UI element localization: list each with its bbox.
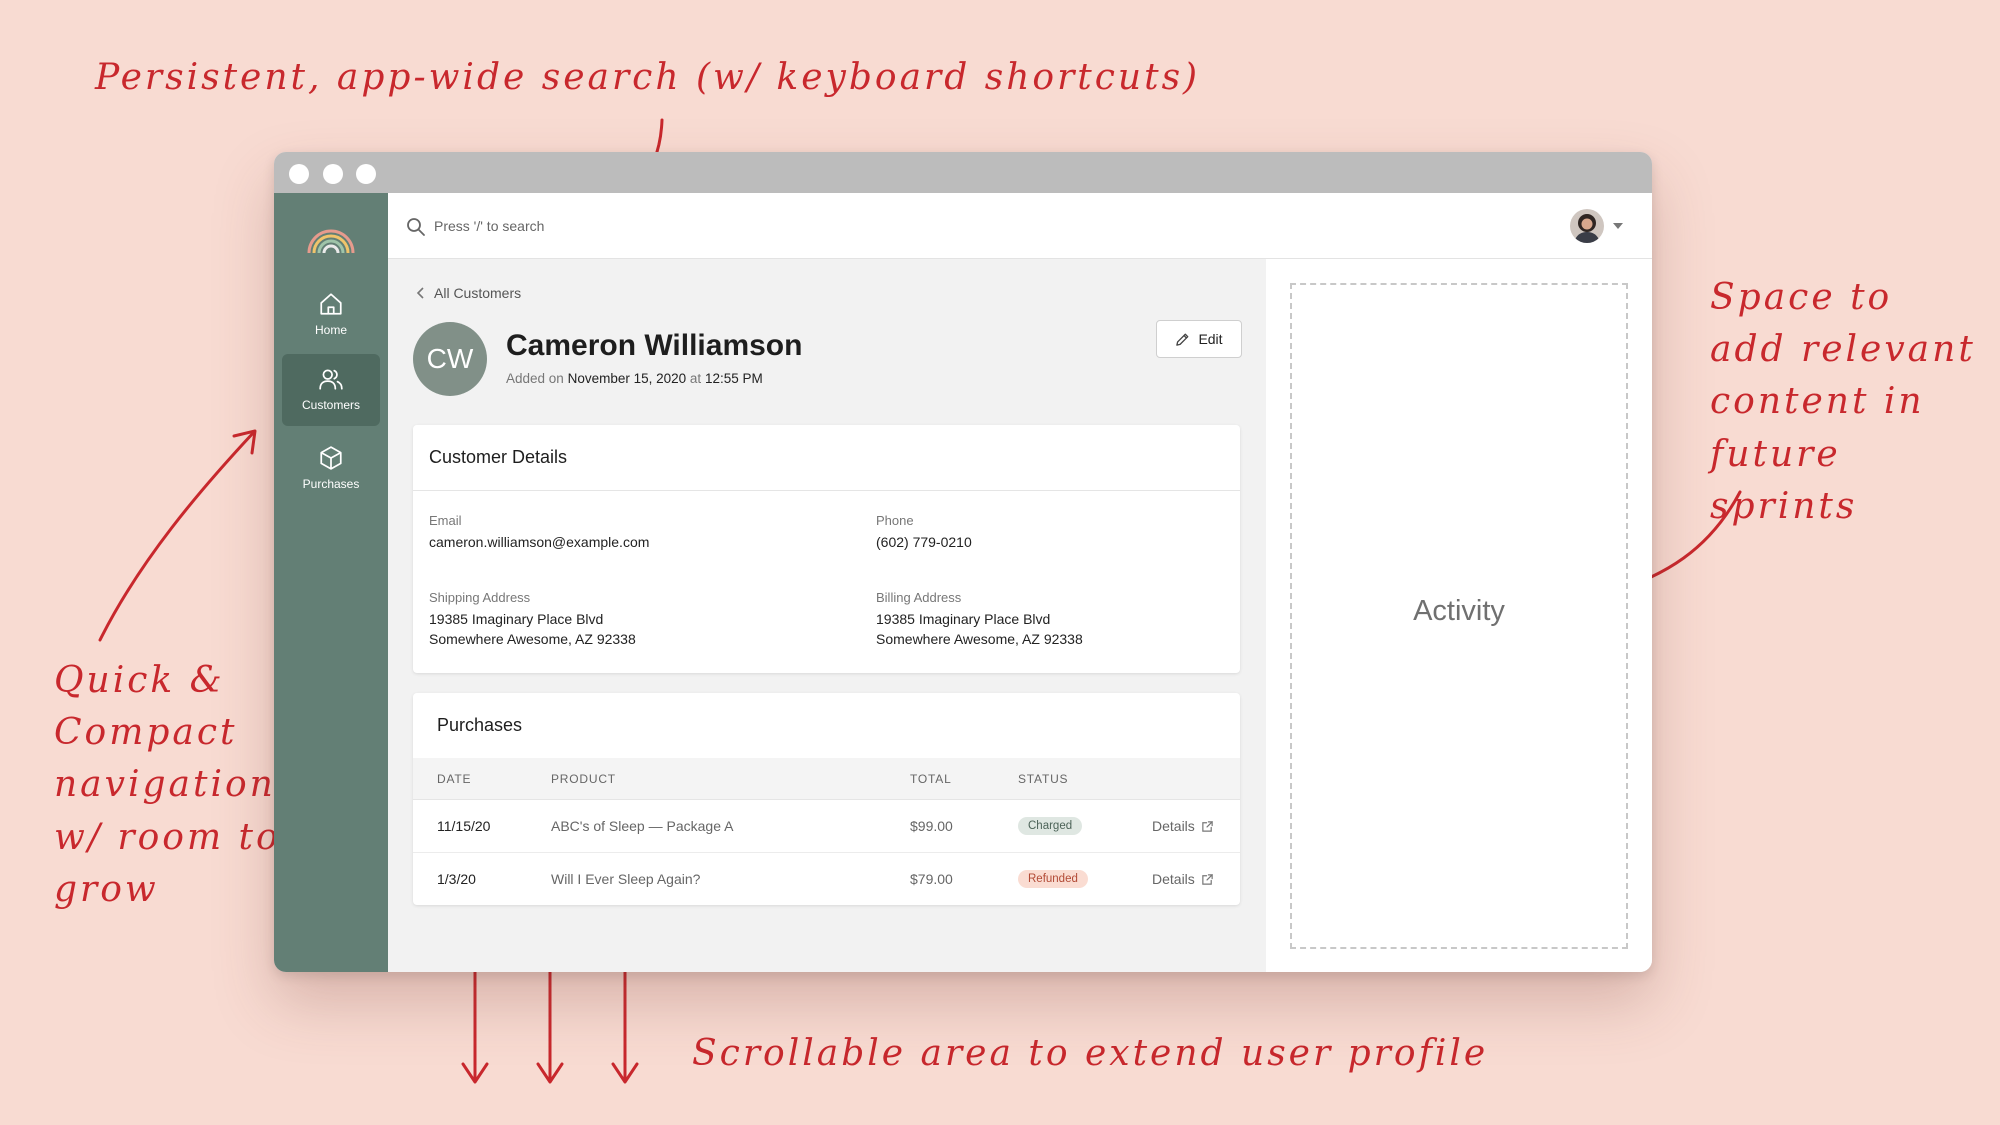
shipping-address-label: Shipping Address <box>429 590 531 605</box>
window-close-dot[interactable] <box>289 164 309 184</box>
customer-avatar: CW <box>413 322 487 396</box>
column-header-total[interactable]: TOTAL <box>910 772 952 786</box>
sidebar-item-label: Home <box>314 323 347 337</box>
purchase-details-link[interactable]: Details <box>1152 871 1214 887</box>
rainbow-logo-icon[interactable] <box>304 217 358 257</box>
activity-placeholder: Activity <box>1290 283 1628 949</box>
activity-label: Activity <box>1413 595 1505 627</box>
sidebar: Home Customers Purchases <box>274 193 388 972</box>
window-maximize-dot[interactable] <box>356 164 376 184</box>
customer-name: Cameron Williamson <box>506 329 803 362</box>
billing-address-label: Billing Address <box>876 590 962 605</box>
email-value: cameron.williamson@example.com <box>429 534 650 550</box>
annotation-search: Persistent, app-wide search (w/ keyboard… <box>95 57 1201 98</box>
home-icon <box>320 293 342 315</box>
purchases-table-header: DATE PRODUCT TOTAL STATUS <box>413 758 1240 800</box>
sidebar-item-customers[interactable]: Customers <box>282 354 380 426</box>
sidebar-item-label: Purchases <box>302 477 360 491</box>
column-header-product[interactable]: PRODUCT <box>551 772 616 786</box>
status-badge: Refunded <box>1018 870 1088 888</box>
annotation-future-space: Space to add relevant content in future … <box>1710 277 1976 527</box>
purchase-date: 11/15/20 <box>437 818 491 834</box>
added-at: at <box>689 371 702 386</box>
billing-address-line1: 19385 Imaginary Place Blvd <box>876 611 1051 627</box>
details-link-label: Details <box>1152 871 1195 887</box>
purchase-product: ABC's of Sleep — Package A <box>551 818 734 834</box>
column-header-date[interactable]: DATE <box>437 772 471 786</box>
table-row: 1/3/20 Will I Ever Sleep Again? $79.00 R… <box>413 853 1240 906</box>
annotation-navigation: Quick & Compact navigation w/ room to gr… <box>54 660 281 910</box>
purchase-total: $99.00 <box>910 818 953 834</box>
purchase-date: 1/3/20 <box>437 871 476 887</box>
email-label: Email <box>429 513 462 528</box>
user-avatar[interactable] <box>1570 209 1604 243</box>
purchases-title: Purchases <box>413 693 1240 759</box>
purchase-status: Refunded <box>1018 869 1088 888</box>
column-header-status[interactable]: STATUS <box>1018 772 1068 786</box>
search-input[interactable] <box>434 211 794 241</box>
main-content: All Customers CW Cameron Williamson Adde… <box>388 259 1266 972</box>
added-date: November 15, 2020 <box>567 371 687 386</box>
users-icon <box>319 369 343 390</box>
back-to-all-customers-link[interactable]: All Customers <box>416 285 521 301</box>
table-row: 11/15/20 ABC's of Sleep — Package A $99.… <box>413 800 1240 853</box>
external-link-icon <box>1202 873 1213 885</box>
customer-details-card: Customer Details Email cameron.williamso… <box>413 425 1240 673</box>
external-link-icon <box>1202 820 1213 832</box>
box-icon <box>320 446 342 470</box>
details-link-label: Details <box>1152 818 1195 834</box>
sidebar-item-home[interactable]: Home <box>282 279 380 351</box>
purchase-total: $79.00 <box>910 871 953 887</box>
customer-details-title: Customer Details <box>413 425 1240 491</box>
phone-value: (602) 779-0210 <box>876 534 972 550</box>
user-avatar-image <box>1570 209 1604 243</box>
window-titlebar <box>274 152 1652 193</box>
shipping-address-line2: Somewhere Awesome, AZ 92338 <box>429 631 636 647</box>
status-badge: Charged <box>1018 817 1083 835</box>
sidebar-item-purchases[interactable]: Purchases <box>282 433 380 505</box>
chevron-left-icon <box>416 287 424 299</box>
top-bar <box>388 193 1652 259</box>
back-link-label: All Customers <box>434 285 522 301</box>
app-window: Home Customers Purchases Press '/' to se… <box>274 152 1652 972</box>
edit-button[interactable]: Edit <box>1156 320 1242 358</box>
phone-label: Phone <box>876 513 914 528</box>
annotation-scrollable: Scrollable area to extend user profile <box>692 1033 1489 1074</box>
arrow-to-navigation <box>98 430 256 642</box>
added-time: 12:55 PM <box>704 371 763 386</box>
customer-added-line: Added on November 15, 2020 at 12:55 PM <box>506 371 763 386</box>
purchase-status: Charged <box>1018 816 1083 835</box>
activity-panel: Activity <box>1266 259 1652 972</box>
purchases-card: Purchases DATE PRODUCT TOTAL STATUS 11/1… <box>413 693 1240 905</box>
pencil-icon <box>1176 333 1189 346</box>
chevron-down-icon[interactable] <box>1612 222 1624 230</box>
window-minimize-dot[interactable] <box>323 164 343 184</box>
billing-address-line2: Somewhere Awesome, AZ 92338 <box>876 631 1083 647</box>
added-prefix: Added on <box>506 371 564 386</box>
search-icon <box>407 218 425 236</box>
shipping-address-line1: 19385 Imaginary Place Blvd <box>429 611 604 627</box>
sidebar-item-label: Customers <box>301 398 360 412</box>
purchase-details-link[interactable]: Details <box>1152 818 1214 834</box>
purchase-product: Will I Ever Sleep Again? <box>551 871 701 887</box>
edit-button-label: Edit <box>1198 331 1223 347</box>
